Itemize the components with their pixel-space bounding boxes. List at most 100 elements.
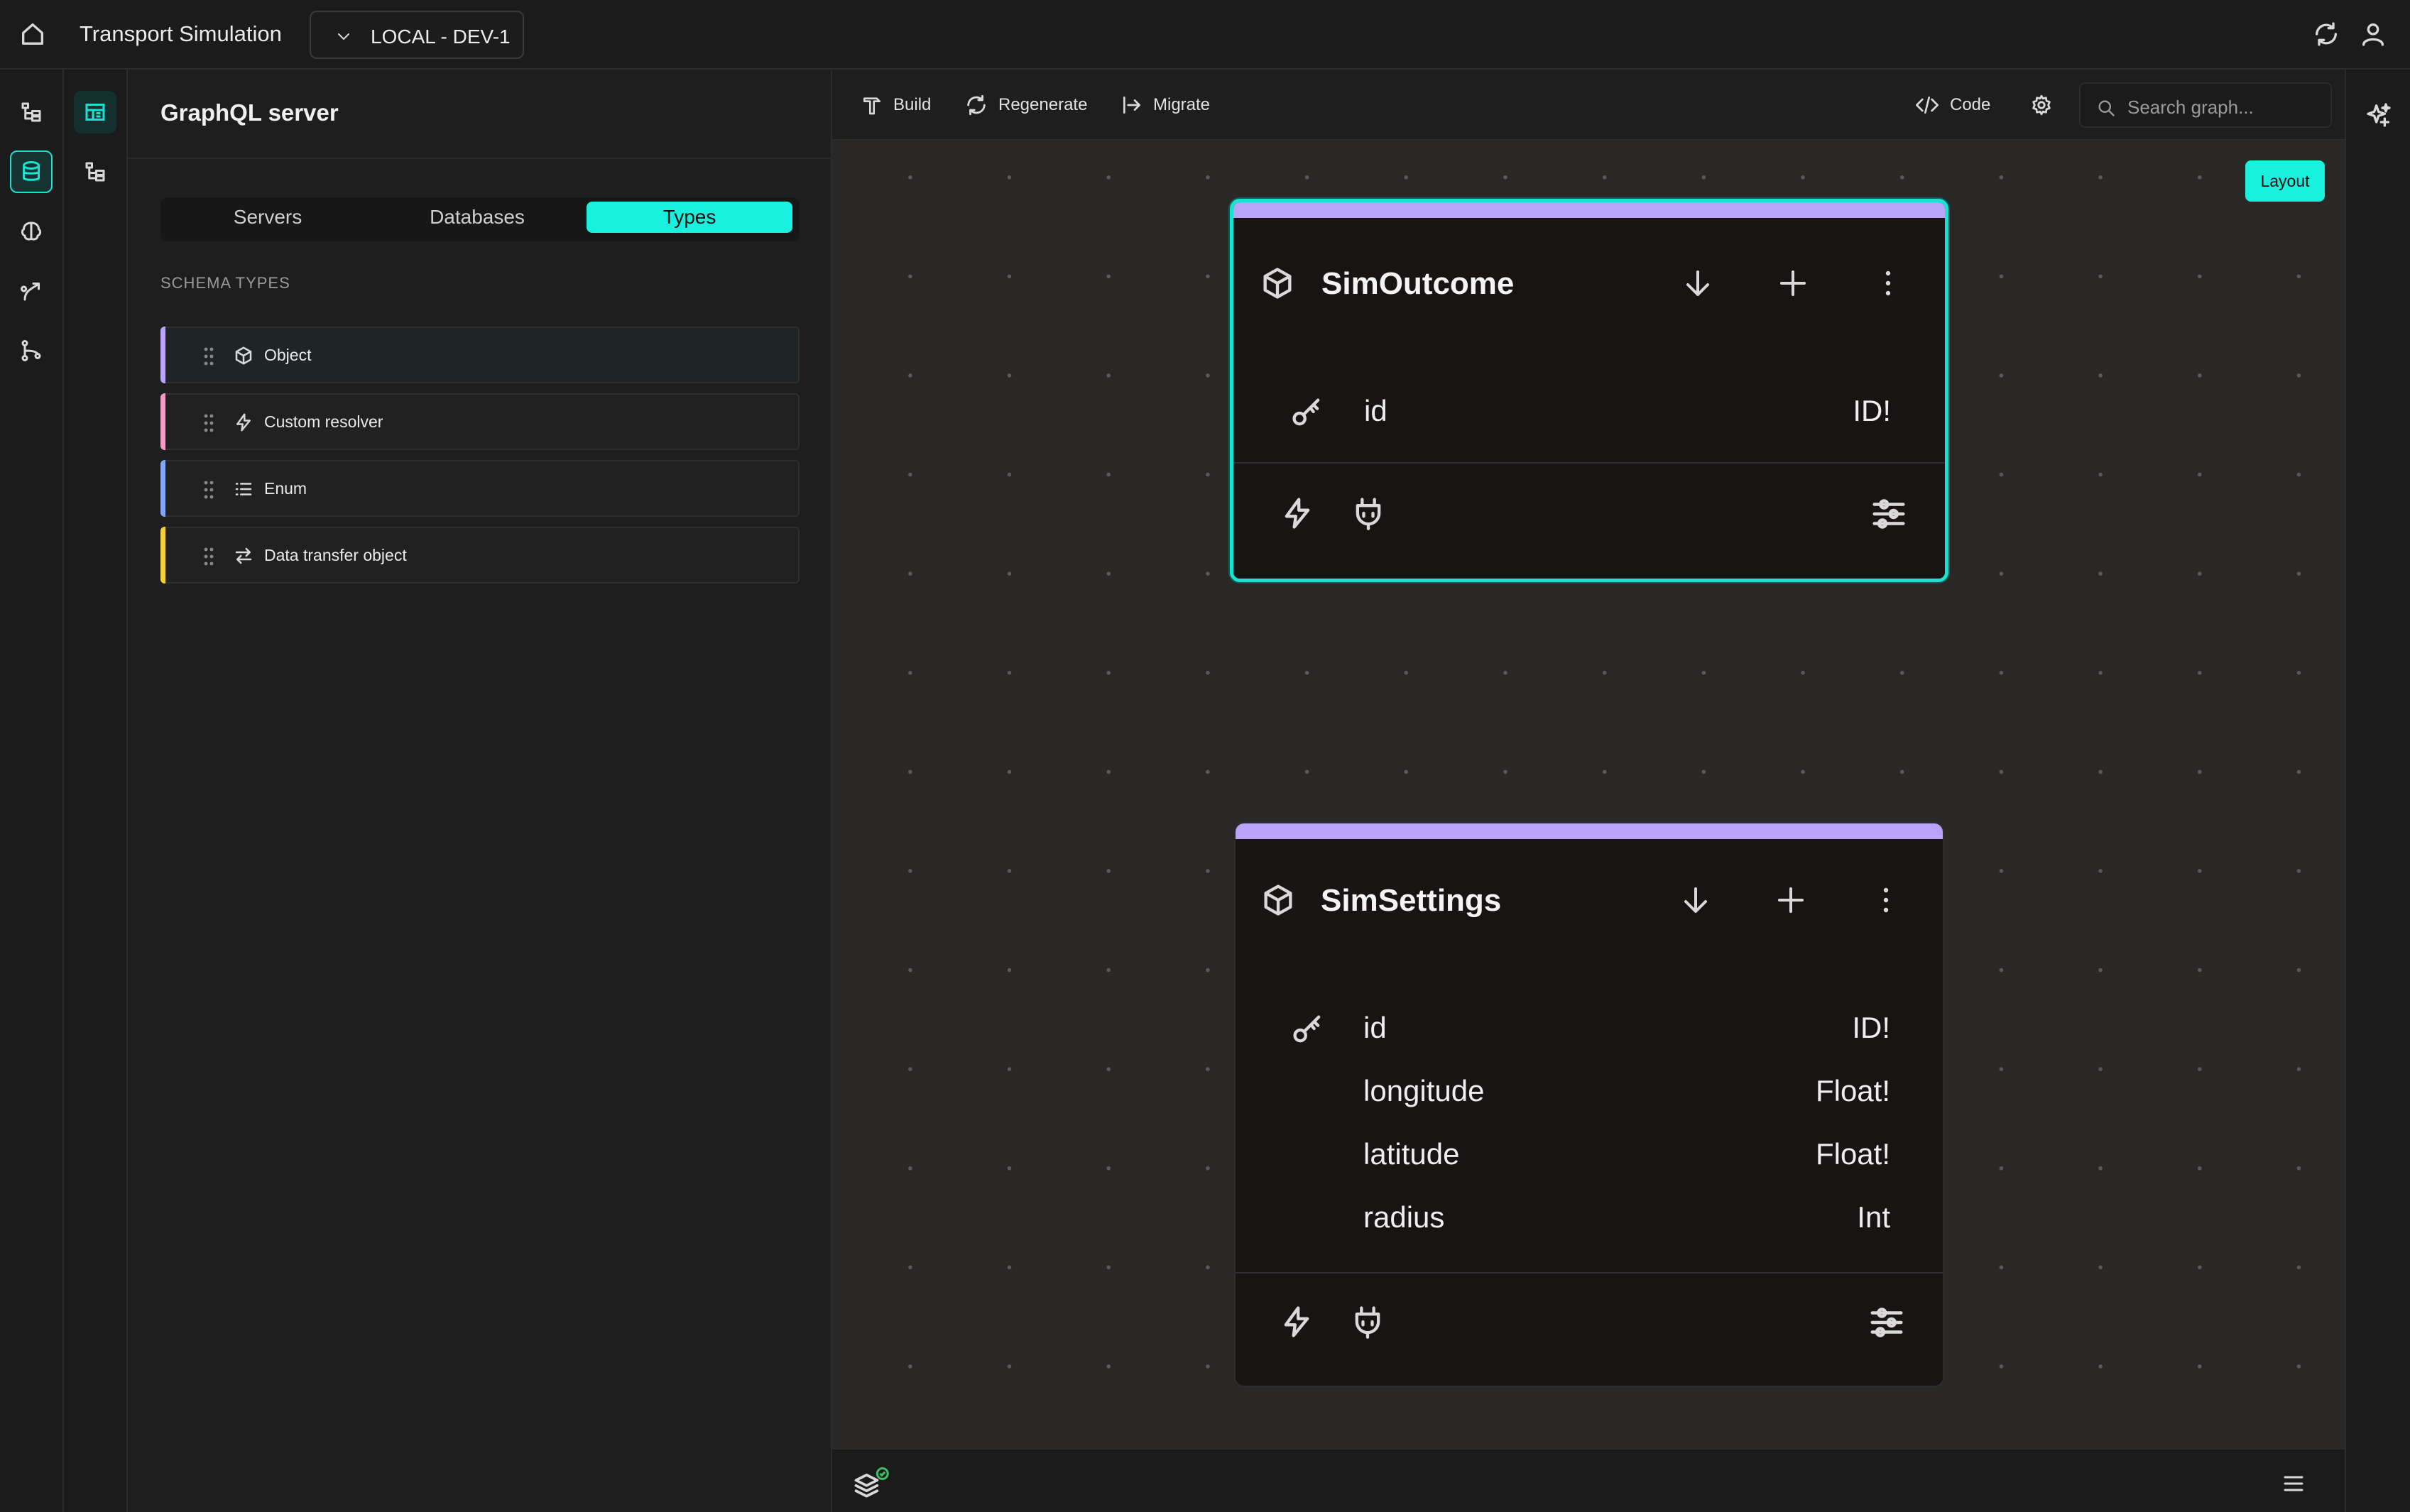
nav-git[interactable] <box>10 329 53 372</box>
more-vertical-icon[interactable] <box>1869 883 1903 917</box>
arrow-right-to-line-icon <box>1123 97 1140 114</box>
menu-button[interactable] <box>2281 1471 2306 1496</box>
arrow-down-icon[interactable] <box>1679 883 1713 917</box>
plus-icon[interactable] <box>1774 883 1808 917</box>
lightning-icon[interactable] <box>1278 1303 1315 1340</box>
type-label: Data transfer object <box>264 546 407 564</box>
search-input[interactable]: Search graph... <box>2079 82 2332 128</box>
field-type: ID! <box>1852 1011 1890 1044</box>
key-icon <box>1292 398 1320 426</box>
field-name: id <box>1364 394 1387 427</box>
type-node-simsettings[interactable]: SimSettings id ID! longitude Float! lati… <box>1234 822 1944 1387</box>
code-button[interactable]: Code <box>1914 91 1990 119</box>
panel-header: GraphQL server <box>128 70 832 159</box>
sliders-icon[interactable] <box>1870 495 1908 533</box>
sparkles-icon <box>2367 103 2391 127</box>
field-type: ID! <box>1853 394 1891 427</box>
field-name: longitude <box>1363 1074 1485 1107</box>
secondary-nav-rail <box>64 70 128 1512</box>
nav-graphql-server[interactable] <box>74 91 116 133</box>
field-type: Float! <box>1815 1137 1890 1171</box>
git-branch-icon <box>21 340 41 361</box>
cube-icon <box>1264 884 1292 916</box>
refresh-icon <box>2316 22 2337 46</box>
type-label: Custom resolver <box>264 412 383 431</box>
environment-select[interactable]: LOCAL - DEV-1 <box>310 11 524 59</box>
arrow-down-icon[interactable] <box>1681 266 1715 300</box>
regenerate-label: Regenerate <box>998 95 1088 114</box>
type-color-bar <box>160 393 165 450</box>
home-icon <box>21 23 43 45</box>
list-icon <box>235 483 252 495</box>
plus-icon[interactable] <box>1776 266 1810 300</box>
chevron-down-icon <box>338 33 349 40</box>
layout-button[interactable]: Layout <box>2245 160 2325 202</box>
brain-icon <box>21 221 42 241</box>
layers-button[interactable] <box>851 1467 890 1499</box>
type-node-simoutcome[interactable]: SimOutcome id ID! <box>1230 199 1948 582</box>
nav-database[interactable] <box>10 150 53 193</box>
type-color-bar <box>160 327 165 383</box>
field-type: Float! <box>1815 1074 1890 1107</box>
tab-databases[interactable]: Databases <box>374 202 580 233</box>
type-label: Object <box>264 346 312 364</box>
section-label: SCHEMA TYPES <box>160 274 290 292</box>
node-title: SimOutcome <box>1321 266 1515 301</box>
ai-assistant-button[interactable] <box>2365 101 2393 129</box>
field-type: Int <box>1857 1200 1890 1234</box>
node-type-color-bar <box>1233 202 1945 218</box>
regenerate-button[interactable]: Regenerate <box>964 91 1087 119</box>
search-placeholder: Search graph... <box>2127 97 2254 118</box>
type-item-enum[interactable]: Enum <box>160 460 800 517</box>
primary-nav-rail <box>0 70 64 1512</box>
tab-servers[interactable]: Servers <box>165 202 371 233</box>
user-button[interactable] <box>2359 20 2387 48</box>
environment-label: LOCAL - DEV-1 <box>371 26 511 48</box>
drag-handle-icon[interactable] <box>202 345 216 368</box>
type-color-bar <box>160 527 165 584</box>
hammer-icon <box>863 97 880 115</box>
lightning-icon[interactable] <box>1279 495 1316 532</box>
settings-button[interactable] <box>2029 91 2054 119</box>
home-button[interactable] <box>18 20 50 51</box>
hierarchy-icon <box>85 162 105 182</box>
nav-flow[interactable] <box>10 270 53 312</box>
cube-icon <box>1263 268 1292 299</box>
gear-icon <box>2032 94 2051 116</box>
tab-types[interactable]: Types <box>587 202 792 233</box>
migrate-button[interactable]: Migrate <box>1121 91 1210 119</box>
drag-handle-icon[interactable] <box>202 478 216 501</box>
plug-icon[interactable] <box>1349 1303 1386 1340</box>
refresh-icon <box>967 94 986 116</box>
nav-brain[interactable] <box>10 210 53 253</box>
type-item-object[interactable]: Object <box>160 327 800 383</box>
build-button[interactable]: Build <box>861 91 931 119</box>
sliders-icon[interactable] <box>1868 1303 1906 1342</box>
more-vertical-icon[interactable] <box>1871 266 1905 300</box>
nav-tree[interactable] <box>10 91 53 133</box>
arrows-exchange-icon <box>235 547 252 564</box>
node-footer <box>1233 462 1945 579</box>
nav-schema-tree[interactable] <box>74 150 116 193</box>
top-bar: Transport Simulation LOCAL - DEV-1 <box>0 0 2410 70</box>
type-color-bar <box>160 460 165 517</box>
type-item-custom-resolver[interactable]: Custom resolver <box>160 393 800 450</box>
user-icon <box>2362 23 2384 46</box>
sync-button[interactable] <box>2312 20 2340 48</box>
app-title: Transport Simulation <box>80 21 282 46</box>
panel-tabs: Servers Databases Types <box>160 197 800 241</box>
type-item-data-transfer-object[interactable]: Data transfer object <box>160 527 800 584</box>
plug-icon[interactable] <box>1350 495 1387 532</box>
build-label: Build <box>893 95 932 114</box>
drag-handle-icon[interactable] <box>202 412 216 434</box>
drag-handle-icon[interactable] <box>202 545 216 568</box>
panel-title: GraphQL server <box>160 99 339 126</box>
menu-icon <box>2284 1476 2303 1491</box>
workflow-icon <box>21 283 40 301</box>
node-type-color-bar <box>1236 823 1943 839</box>
node-footer <box>1236 1272 1943 1386</box>
code-label: Code <box>1950 95 1991 114</box>
field-name: latitude <box>1363 1137 1460 1171</box>
database-icon <box>23 161 40 181</box>
cube-icon <box>235 346 252 365</box>
